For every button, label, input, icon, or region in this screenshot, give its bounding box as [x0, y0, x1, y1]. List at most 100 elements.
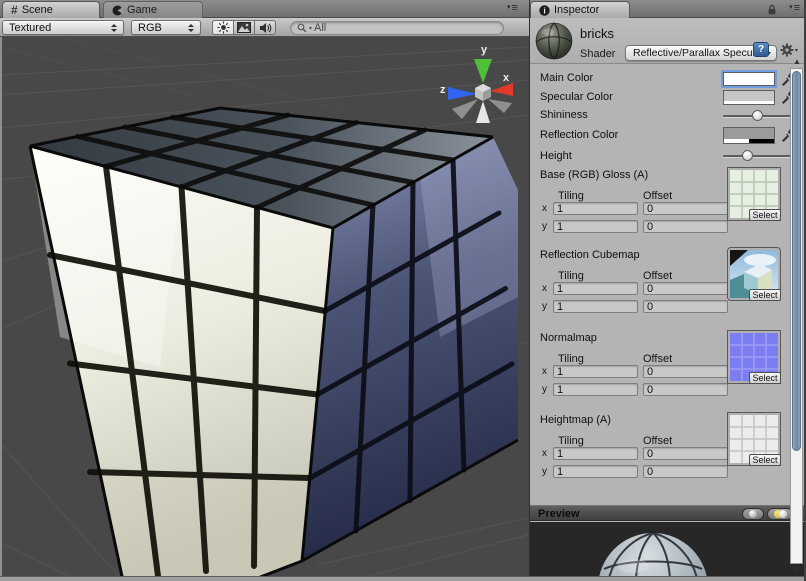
tiling-y-field[interactable] — [553, 300, 638, 313]
material-preview-thumbnail — [534, 21, 574, 61]
texture-label: Reflection Cubemap — [540, 249, 640, 261]
updown-arrows-icon — [111, 24, 118, 32]
tiling-y-field[interactable] — [553, 220, 638, 233]
scene-toolbar: Textured RGB — [0, 18, 529, 37]
offset-header: Offset — [643, 353, 672, 365]
reflection-cubemap-thumbnail[interactable]: Select — [727, 247, 781, 301]
tiling-x-field[interactable] — [553, 447, 638, 460]
svg-text:i: i — [543, 5, 545, 15]
tiling-header: Tiling — [558, 190, 584, 202]
search-input[interactable] — [314, 22, 497, 34]
select-texture-button[interactable]: Select — [749, 454, 781, 466]
material-header: bricks Shader Reflective/Parallax Specul… — [530, 18, 806, 64]
main-color-swatch[interactable] — [723, 72, 775, 86]
shininess-slider-knob[interactable] — [752, 110, 763, 121]
preview-area[interactable] — [530, 522, 806, 576]
sphere-icon — [749, 510, 757, 518]
offset-x-field[interactable] — [643, 282, 728, 295]
lighting-toggle-button[interactable] — [212, 20, 234, 35]
material-name: bricks — [580, 26, 614, 41]
offset-y-field[interactable] — [643, 220, 728, 233]
offset-x-field[interactable] — [643, 202, 728, 215]
scene-panel: # Scene Game ▾ ≡ Textured RGB — [0, 0, 529, 581]
specular-color-label: Specular Color — [540, 91, 613, 103]
preview-header[interactable]: Preview — [530, 505, 806, 521]
tiling-x-field[interactable] — [553, 202, 638, 215]
tab-game[interactable]: Game — [103, 1, 203, 18]
x-axis-label: x — [542, 366, 547, 377]
tiling-x-field[interactable] — [553, 365, 638, 378]
unity-editor-window: # Scene Game ▾ ≡ Textured RGB — [0, 0, 806, 581]
light-off-icon — [779, 510, 787, 518]
scroll-up-icon[interactable]: ▲ — [790, 56, 804, 68]
gizmo-y-label: y — [481, 44, 488, 56]
scrollbar-thumb[interactable] — [792, 71, 801, 451]
tab-scene[interactable]: # Scene — [2, 1, 100, 18]
tab-scene-label: Scene — [22, 4, 53, 16]
audio-toggle-button[interactable] — [254, 20, 276, 35]
lock-icon[interactable] — [766, 3, 778, 16]
scene-panel-menu-icon[interactable]: ▾ ≡ — [507, 3, 518, 13]
viewport-left-edge — [0, 37, 2, 581]
select-texture-button[interactable]: Select — [749, 209, 781, 221]
gizmo-x-label: x — [503, 72, 510, 84]
tab-inspector-label: Inspector — [554, 4, 599, 16]
inspector-panel: i Inspector ▾ ≡ — [530, 0, 806, 581]
x-axis-label: x — [542, 283, 547, 294]
gizmo-x-axis[interactable] — [490, 83, 513, 96]
preview-sphere — [530, 522, 792, 576]
scene-search-field[interactable]: ▾ — [290, 21, 504, 35]
tiling-y-field[interactable] — [553, 465, 638, 478]
help-button[interactable]: ? — [753, 42, 769, 57]
color-channel-dropdown[interactable]: RGB — [131, 20, 201, 35]
preview-title: Preview — [538, 508, 580, 520]
texture-label: Normalmap — [540, 332, 597, 344]
offset-x-field[interactable] — [643, 365, 728, 378]
height-slider-knob[interactable] — [742, 150, 753, 161]
search-filter-caret-icon: ▾ — [309, 25, 312, 32]
tiling-header: Tiling — [558, 270, 584, 282]
texture-label: Heightmap (A) — [540, 414, 611, 426]
shader-label: Shader — [580, 48, 615, 60]
color-channel-value: RGB — [138, 22, 162, 34]
offset-y-field[interactable] — [643, 300, 728, 313]
orientation-gizmo[interactable]: y z x — [440, 44, 513, 123]
gizmo-z-axis[interactable] — [448, 87, 477, 100]
select-texture-button[interactable]: Select — [749, 289, 781, 301]
reflection-color-swatch[interactable] — [723, 127, 775, 144]
select-texture-button[interactable]: Select — [749, 372, 781, 384]
tab-inspector[interactable]: i Inspector — [530, 1, 630, 18]
heightmap-texture-thumbnail[interactable]: Select — [727, 412, 781, 466]
scene-3d-view: y z x — [0, 37, 529, 581]
shininess-slider[interactable] — [723, 109, 799, 122]
specular-color-swatch[interactable] — [723, 90, 775, 105]
y-axis-label: y — [542, 384, 547, 395]
offset-x-field[interactable] — [643, 447, 728, 460]
offset-header: Offset — [643, 270, 672, 282]
texture-section-base-gloss: Base (RGB) Gloss (A) Tiling Offset x y — [530, 167, 806, 245]
tiling-x-field[interactable] — [553, 282, 638, 295]
height-label: Height — [540, 150, 572, 162]
scrollbar-track[interactable] — [790, 68, 803, 564]
scene-viewport[interactable]: y z x — [0, 37, 529, 581]
render-mode-button[interactable] — [233, 20, 255, 35]
gizmo-y-axis[interactable] — [474, 59, 492, 83]
normalmap-texture-thumbnail[interactable]: Select — [727, 330, 781, 384]
offset-y-field[interactable] — [643, 465, 728, 478]
game-icon — [112, 5, 123, 16]
tiling-y-field[interactable] — [553, 383, 638, 396]
speaker-icon — [259, 22, 272, 34]
inspector-scrollbar[interactable]: ▲ ▼ — [790, 56, 804, 576]
offset-y-field[interactable] — [643, 383, 728, 396]
gizmo-z-label: z — [440, 84, 446, 96]
base-gloss-texture-thumbnail[interactable]: Select — [727, 167, 781, 221]
inspector-panel-menu-icon[interactable]: ▾ ≡ — [789, 3, 800, 13]
scroll-down-icon[interactable]: ▼ — [790, 564, 804, 576]
offset-header: Offset — [643, 190, 672, 202]
info-icon: i — [539, 5, 550, 16]
preview-shape-button[interactable] — [742, 508, 764, 520]
draw-mode-dropdown[interactable]: Textured — [2, 20, 124, 35]
cube-object[interactable] — [30, 108, 518, 581]
texture-section-normalmap: Normalmap Tiling Offset x y — [530, 330, 806, 408]
height-slider[interactable] — [723, 149, 799, 162]
